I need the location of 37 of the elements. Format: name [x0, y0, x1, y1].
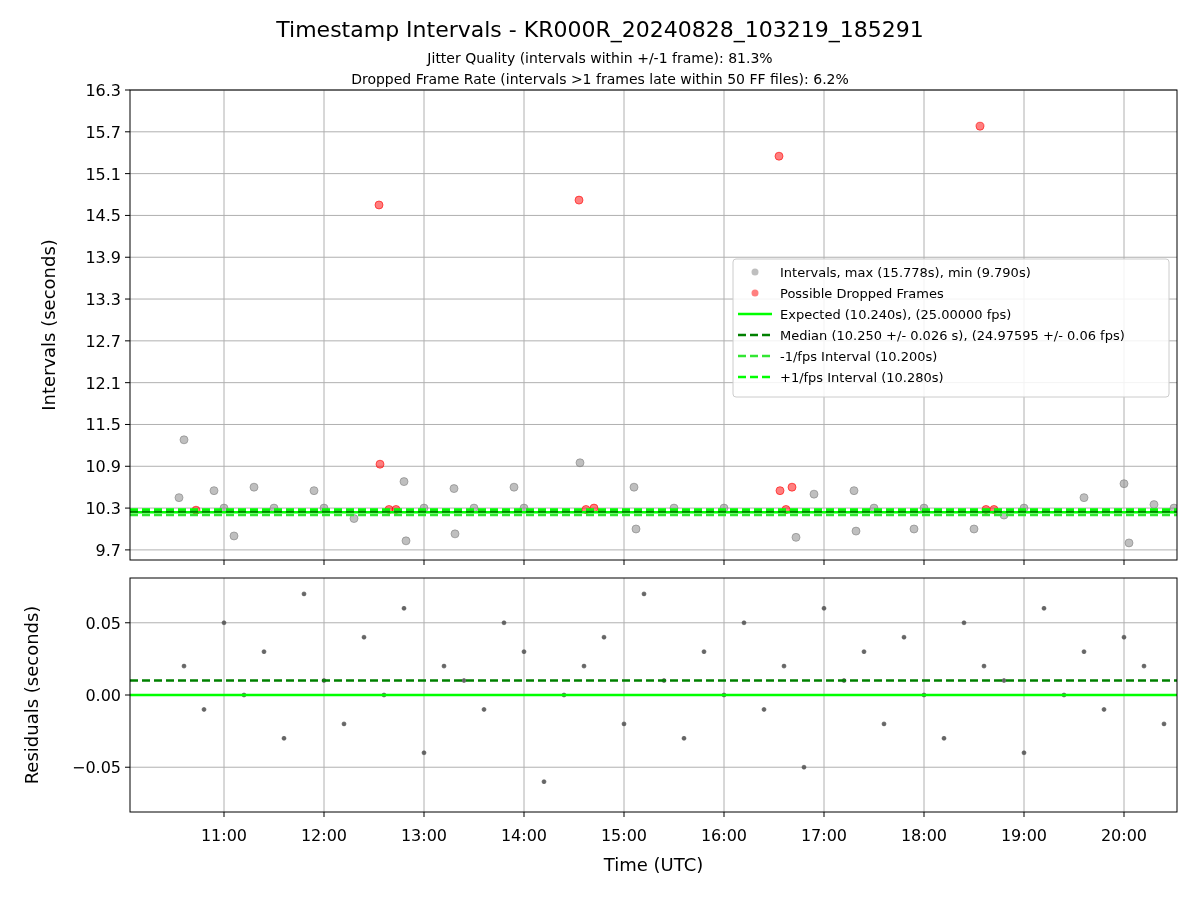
y-tick-label: 16.3	[85, 81, 121, 100]
y-tick-label: 14.5	[85, 206, 121, 226]
y-tick-label: 9.7	[95, 540, 121, 560]
y-tick-label: 11.5	[85, 415, 121, 435]
x-axis-label: Time (UTC)	[603, 854, 704, 875]
x-tick-label: 14:00	[500, 826, 548, 845]
chart-subtitle: Dropped Frame Rate (intervals >1 frames late within 50 FF files): 6.2%	[351, 71, 849, 87]
legend-label: Median (10.250 +/- 0.026 s), (24.97595 +/- 0.06 fps)	[780, 328, 1125, 343]
chart-subtitle: Jitter Quality (intervals within +/-1 frame): 81.3%	[427, 50, 773, 66]
x-tick-label: 16:00	[700, 826, 748, 845]
x-tick-label: 13:00	[400, 826, 448, 845]
y-tick-label: 15.7	[85, 122, 121, 142]
legend-label: Intervals, max (15.778s), min (9.790s)	[780, 265, 1031, 280]
legend-label: +1/fps Interval (10.280s)	[780, 370, 944, 385]
x-tick-label: 20:00	[1100, 826, 1148, 845]
x-tick-label: 17:00	[800, 826, 848, 845]
x-tick-label: 18:00	[900, 826, 948, 845]
legend-label: Expected (10.240s), (25.00000 fps)	[780, 307, 1012, 322]
x-tick-label: 11:00	[200, 826, 248, 845]
y-tick-label: 0.00	[85, 686, 121, 705]
y-axis-label: Residuals (seconds)	[21, 605, 42, 785]
x-tick-label: 19:00	[1000, 826, 1048, 845]
y-tick-label: −0.05	[71, 758, 121, 778]
legend-label: -1/fps Interval (10.200s)	[780, 349, 938, 364]
y-tick-label: 10.9	[85, 457, 121, 477]
x-tick-label: 15:00	[600, 826, 648, 845]
y-tick-label: 12.7	[85, 331, 121, 351]
y-tick-label: 0.05	[85, 613, 121, 633]
chart-title: Timestamp Intervals - KR000R_20240828_103219_185291	[276, 17, 924, 42]
y-tick-label: 13.3	[85, 290, 121, 310]
legend-label: Possible Dropped Frames	[780, 286, 944, 301]
y-tick-label: 13.9	[85, 248, 121, 268]
y-tick-label: 10.3	[85, 499, 121, 519]
y-tick-label: 15.1	[85, 164, 121, 184]
y-tick-label: 12.1	[85, 373, 121, 393]
y-axis-label: Intervals (seconds)	[38, 239, 59, 411]
x-tick-label: 12:00	[300, 826, 348, 845]
